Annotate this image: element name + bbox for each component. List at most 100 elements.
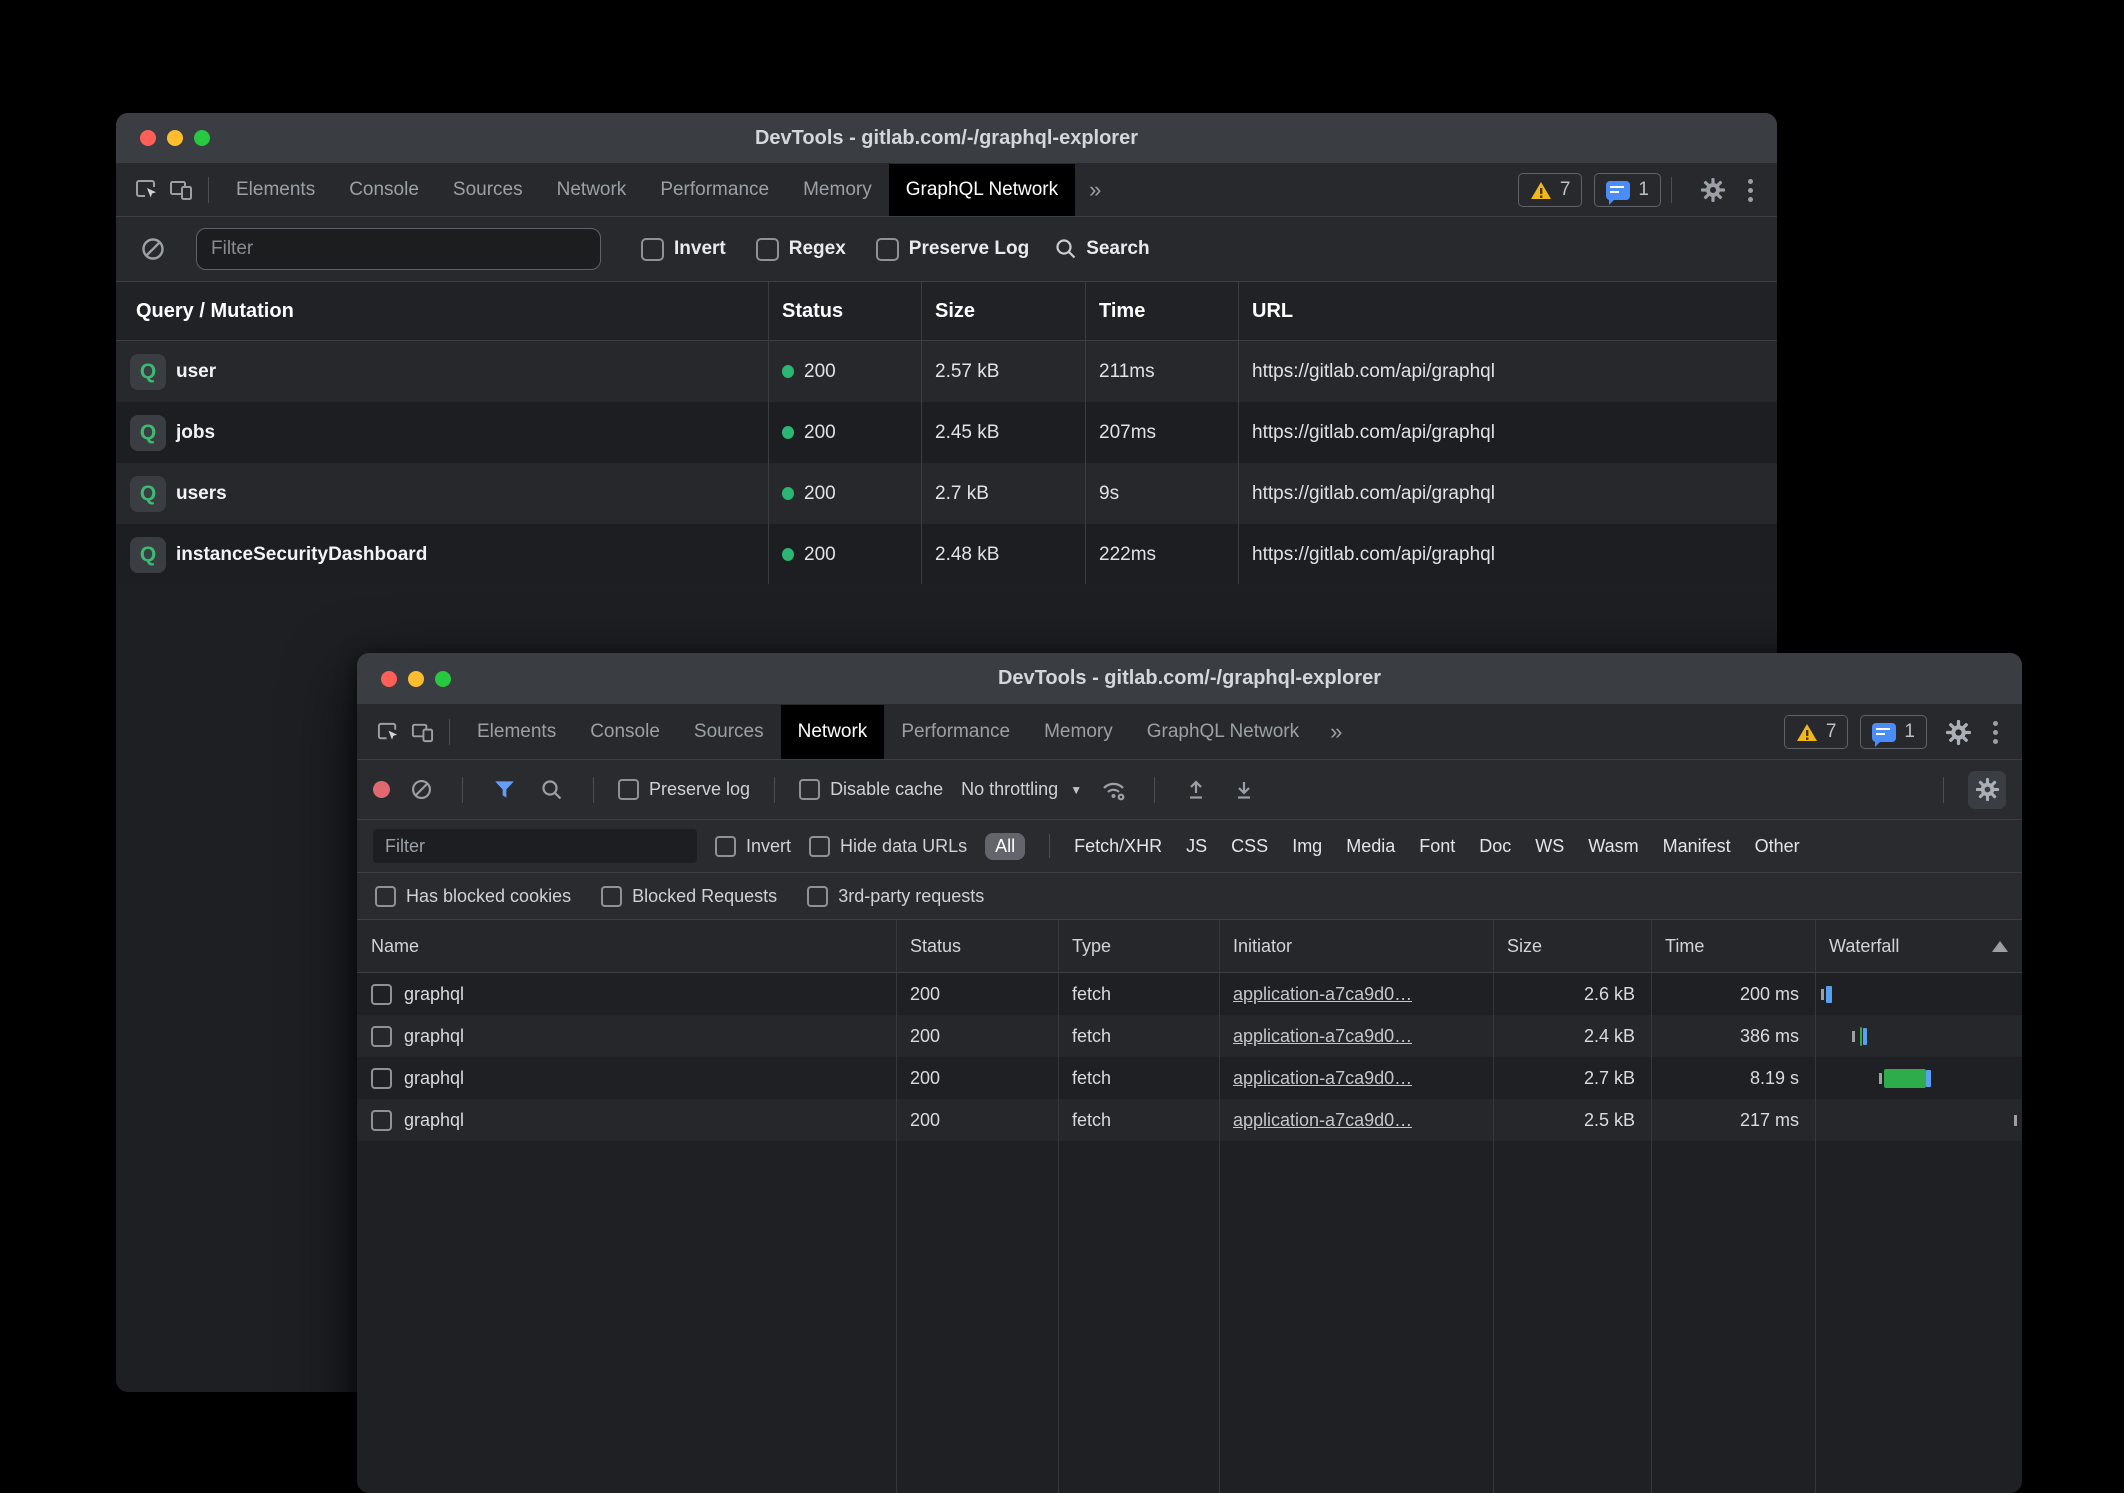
3rd-party-requests-checkbox[interactable]: 3rd-party requests bbox=[807, 886, 984, 907]
initiator-link[interactable]: application-a7ca9d0… bbox=[1233, 1110, 1412, 1131]
titlebar[interactable]: DevTools - gitlab.com/-/graphql-explorer bbox=[357, 653, 2022, 705]
tab-elements[interactable]: Elements bbox=[219, 164, 332, 216]
table-row[interactable]: Quser2002.57 kB211mshttps://gitlab.com/a… bbox=[116, 341, 1777, 402]
tab-console[interactable]: Console bbox=[332, 164, 436, 216]
tab-performance[interactable]: Performance bbox=[643, 164, 786, 216]
column-header-waterfall[interactable]: Waterfall bbox=[1815, 936, 2022, 957]
network-conditions-icon[interactable] bbox=[1096, 773, 1130, 807]
filter-input[interactable] bbox=[196, 228, 601, 270]
column-header-status[interactable]: Status bbox=[768, 300, 921, 323]
type-chip-other[interactable]: Other bbox=[1755, 836, 1800, 857]
minimize-button[interactable] bbox=[408, 671, 424, 687]
type-chip-font[interactable]: Font bbox=[1419, 836, 1455, 857]
hide-data-urls-checkbox[interactable]: Hide data URLs bbox=[809, 836, 967, 857]
message-badge[interactable]: 1 bbox=[1860, 715, 1927, 749]
inspect-element-icon[interactable] bbox=[130, 173, 164, 207]
row-checkbox[interactable] bbox=[371, 984, 392, 1005]
column-header-query-mutation[interactable]: Query / Mutation bbox=[116, 300, 768, 323]
table-row[interactable]: graphql200fetchapplication-a7ca9d0…2.6 k… bbox=[357, 973, 2022, 1015]
settings-gear-icon[interactable] bbox=[1941, 715, 1975, 749]
tab-network[interactable]: Network bbox=[781, 705, 885, 759]
tab-sources[interactable]: Sources bbox=[677, 705, 781, 759]
table-row[interactable]: Qusers2002.7 kB9shttps://gitlab.com/api/… bbox=[116, 463, 1777, 524]
table-row[interactable]: QinstanceSecurityDashboard2002.48 kB222m… bbox=[116, 524, 1777, 585]
column-header-type[interactable]: Type bbox=[1058, 936, 1219, 957]
zoom-button[interactable] bbox=[435, 671, 451, 687]
device-toolbar-icon[interactable] bbox=[164, 173, 198, 207]
more-panels-icon[interactable]: » bbox=[1316, 719, 1356, 745]
search-button[interactable]: Search bbox=[1055, 238, 1149, 260]
row-checkbox[interactable] bbox=[371, 1026, 392, 1047]
table-row[interactable]: graphql200fetchapplication-a7ca9d0…2.4 k… bbox=[357, 1015, 2022, 1057]
initiator-link[interactable]: application-a7ca9d0… bbox=[1233, 1026, 1412, 1047]
tab-sources[interactable]: Sources bbox=[436, 164, 540, 216]
record-button[interactable] bbox=[373, 781, 390, 798]
column-header-status[interactable]: Status bbox=[896, 936, 1058, 957]
column-header-name[interactable]: Name bbox=[357, 936, 896, 957]
more-options-icon[interactable] bbox=[1748, 179, 1753, 202]
tab-performance[interactable]: Performance bbox=[884, 705, 1027, 759]
column-header-initiator[interactable]: Initiator bbox=[1219, 936, 1493, 957]
regex-checkbox[interactable]: Regex bbox=[756, 238, 846, 261]
row-checkbox[interactable] bbox=[371, 1068, 392, 1089]
close-button[interactable] bbox=[140, 130, 156, 146]
type-chip-manifest[interactable]: Manifest bbox=[1663, 836, 1731, 857]
tab-console[interactable]: Console bbox=[573, 705, 677, 759]
tab-graphql-network[interactable]: GraphQL Network bbox=[1130, 705, 1316, 759]
close-button[interactable] bbox=[381, 671, 397, 687]
disable-cache-checkbox[interactable]: Disable cache bbox=[799, 779, 943, 800]
message-badge[interactable]: 1 bbox=[1594, 173, 1661, 207]
column-header-time[interactable]: Time bbox=[1651, 936, 1815, 957]
search-icon[interactable] bbox=[535, 773, 569, 807]
type-chip-ws[interactable]: WS bbox=[1535, 836, 1564, 857]
initiator-link[interactable]: application-a7ca9d0… bbox=[1233, 1068, 1412, 1089]
network-filter-input[interactable] bbox=[373, 829, 697, 863]
clear-icon[interactable] bbox=[136, 232, 170, 266]
type-chip-fetch-xhr[interactable]: Fetch/XHR bbox=[1074, 836, 1162, 857]
waterfall-cell[interactable] bbox=[1815, 973, 2022, 1015]
waterfall-cell[interactable] bbox=[1815, 1015, 2022, 1057]
type-chip-css[interactable]: CSS bbox=[1231, 836, 1268, 857]
titlebar[interactable]: DevTools - gitlab.com/-/graphql-explorer bbox=[116, 113, 1777, 164]
invert-checkbox[interactable]: Invert bbox=[715, 836, 791, 857]
more-options-icon[interactable] bbox=[1993, 721, 1998, 744]
network-settings-icon[interactable] bbox=[1968, 771, 2006, 809]
initiator-link[interactable]: application-a7ca9d0… bbox=[1233, 984, 1412, 1005]
settings-gear-icon[interactable] bbox=[1696, 173, 1730, 207]
column-header-size[interactable]: Size bbox=[921, 300, 1085, 323]
type-chip-media[interactable]: Media bbox=[1346, 836, 1395, 857]
blocked-requests-checkbox[interactable]: Blocked Requests bbox=[601, 886, 777, 907]
tab-memory[interactable]: Memory bbox=[1027, 705, 1130, 759]
type-chip-img[interactable]: Img bbox=[1292, 836, 1322, 857]
preserve-log-checkbox[interactable]: Preserve Log bbox=[876, 238, 1029, 261]
tab-elements[interactable]: Elements bbox=[460, 705, 573, 759]
import-har-icon[interactable] bbox=[1179, 773, 1213, 807]
type-chip-wasm[interactable]: Wasm bbox=[1588, 836, 1638, 857]
waterfall-cell[interactable] bbox=[1815, 1057, 2022, 1099]
type-chip-js[interactable]: JS bbox=[1186, 836, 1207, 857]
preserve-log-checkbox[interactable]: Preserve log bbox=[618, 779, 750, 800]
minimize-button[interactable] bbox=[167, 130, 183, 146]
invert-checkbox[interactable]: Invert bbox=[641, 238, 726, 261]
warning-badge[interactable]: 7 bbox=[1518, 173, 1583, 207]
filter-funnel-icon[interactable] bbox=[487, 773, 521, 807]
inspect-element-icon[interactable] bbox=[371, 715, 405, 749]
column-header-url[interactable]: URL bbox=[1238, 300, 1777, 323]
device-toolbar-icon[interactable] bbox=[405, 715, 439, 749]
more-panels-icon[interactable]: » bbox=[1075, 177, 1115, 203]
row-checkbox[interactable] bbox=[371, 1110, 392, 1131]
tab-graphql-network[interactable]: GraphQL Network bbox=[889, 164, 1075, 216]
tab-memory[interactable]: Memory bbox=[786, 164, 889, 216]
type-chip-all[interactable]: All bbox=[985, 833, 1025, 860]
export-har-icon[interactable] bbox=[1227, 773, 1261, 807]
column-header-size[interactable]: Size bbox=[1493, 936, 1651, 957]
throttling-select[interactable]: No throttling ▼ bbox=[961, 779, 1082, 800]
has-blocked-cookies-checkbox[interactable]: Has blocked cookies bbox=[375, 886, 571, 907]
column-header-time[interactable]: Time bbox=[1085, 300, 1238, 323]
tab-network[interactable]: Network bbox=[540, 164, 644, 216]
waterfall-cell[interactable] bbox=[1815, 1099, 2022, 1141]
table-row[interactable]: graphql200fetchapplication-a7ca9d0…2.7 k… bbox=[357, 1057, 2022, 1099]
table-row[interactable]: Qjobs2002.45 kB207mshttps://gitlab.com/a… bbox=[116, 402, 1777, 463]
type-chip-doc[interactable]: Doc bbox=[1479, 836, 1511, 857]
clear-icon[interactable] bbox=[404, 773, 438, 807]
